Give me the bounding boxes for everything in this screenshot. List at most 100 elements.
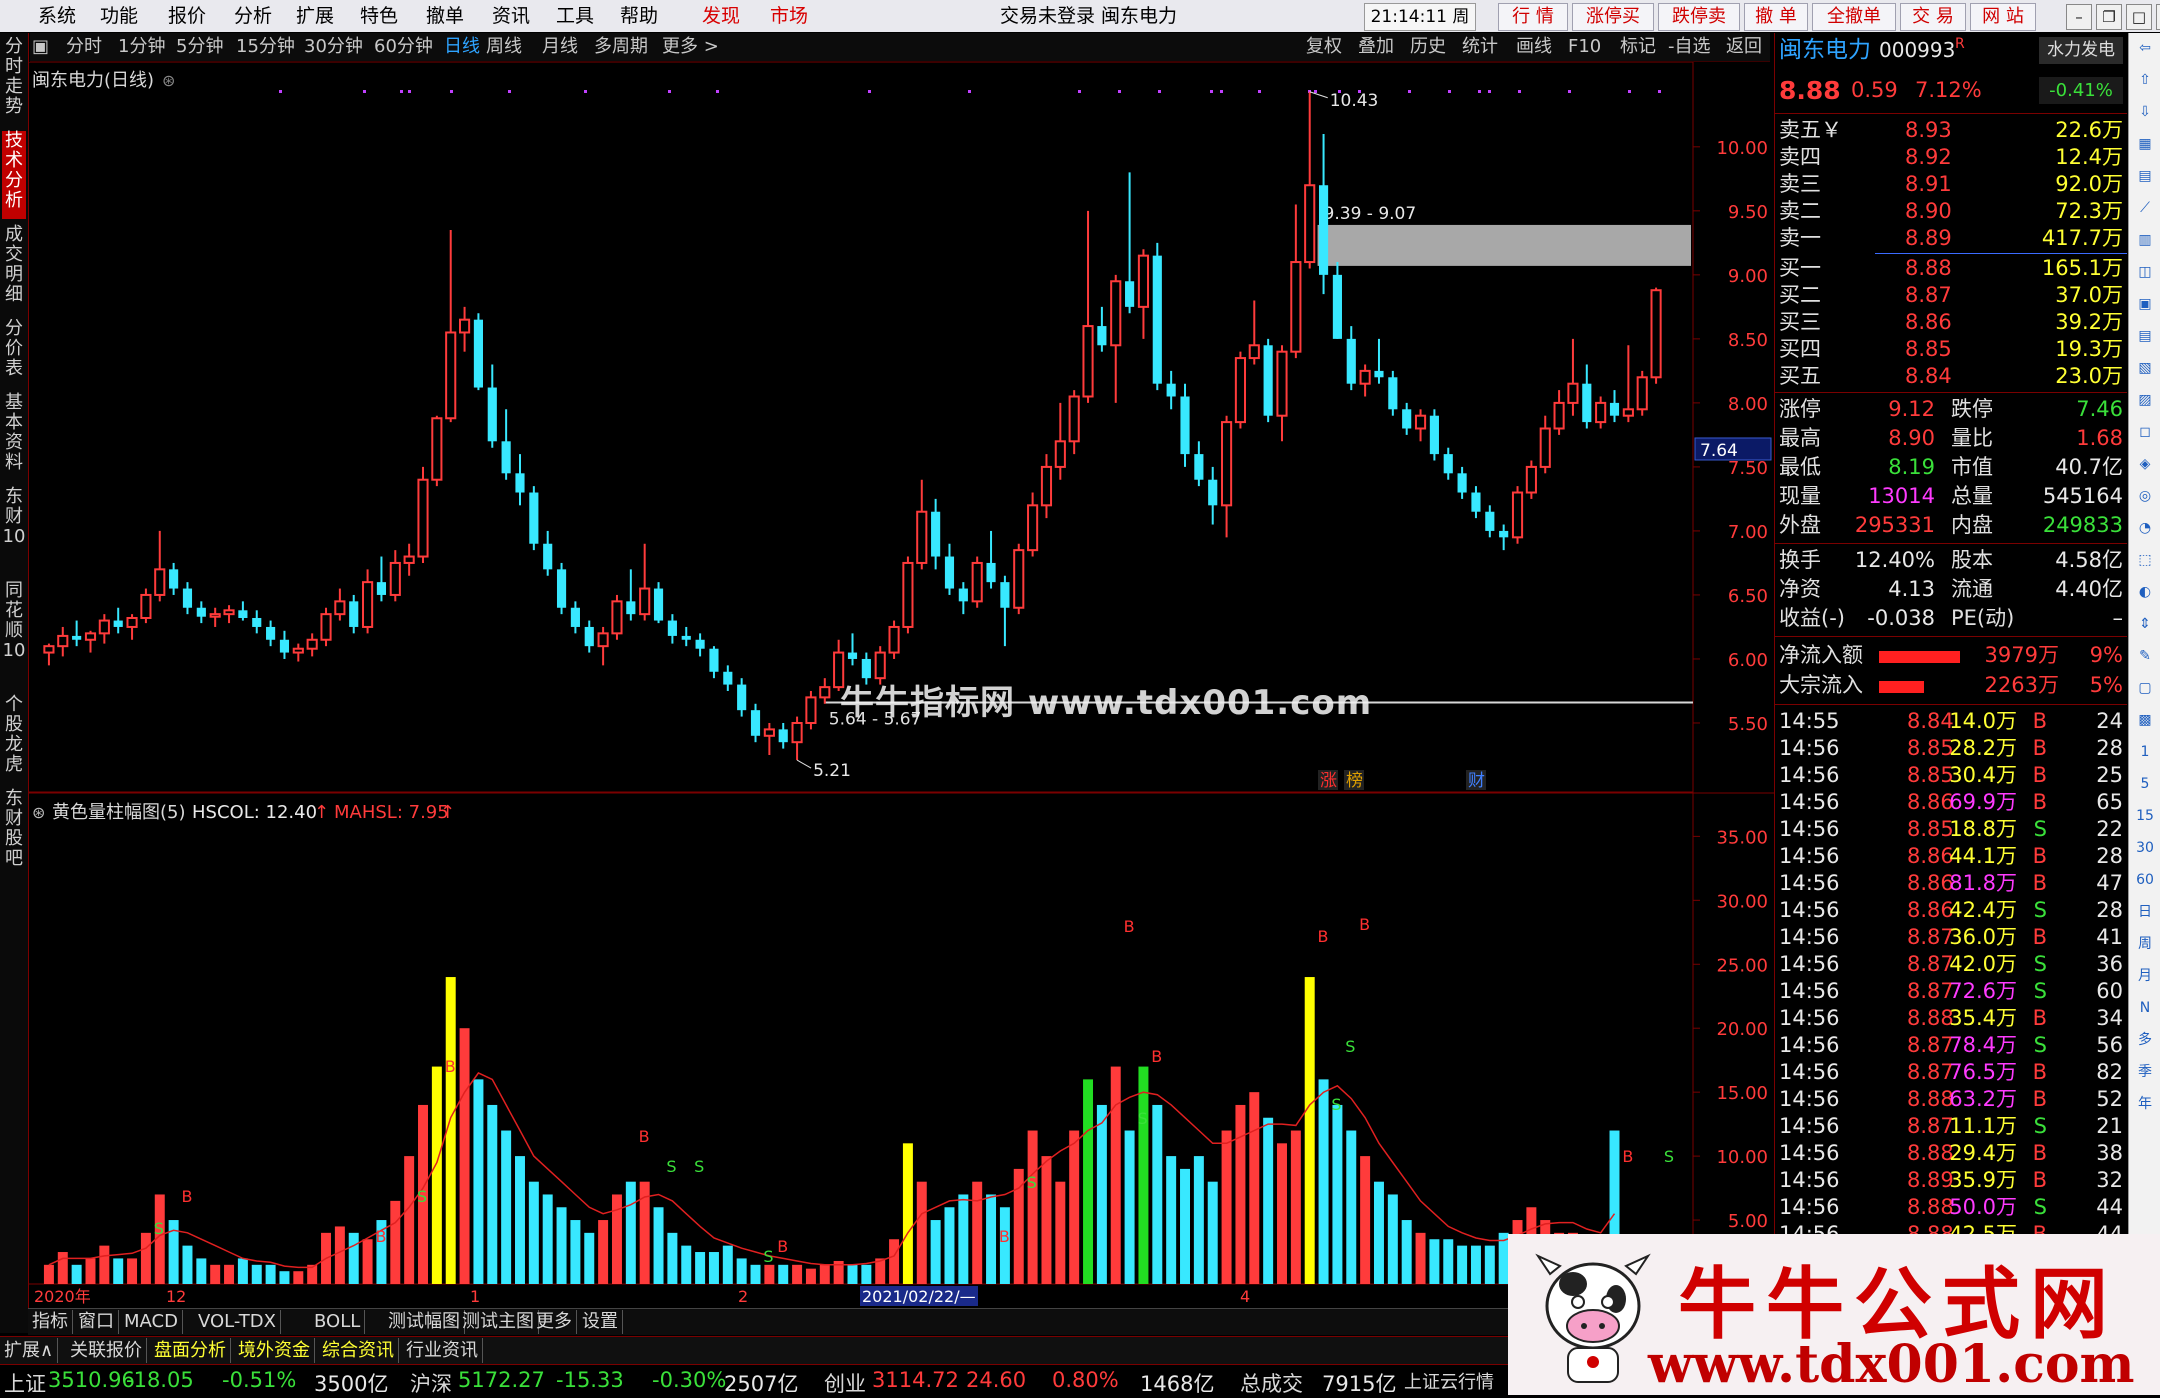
window-icon[interactable]: ◫ (2133, 261, 2157, 283)
info-tab[interactable]: 盘面分析 (150, 1338, 231, 1363)
period-tab[interactable]: 更多 > (662, 35, 719, 59)
move-icon[interactable]: ⇕ (2133, 613, 2157, 635)
indicator-tab[interactable]: MACD (120, 1310, 183, 1334)
toolbar-button[interactable]: 全撤单 (1812, 3, 1896, 31)
period-tab[interactable]: 日线 (444, 35, 480, 59)
menu-item[interactable]: 功能 (100, 3, 138, 29)
indicator-tab[interactable]: 测试主图 (458, 1310, 539, 1334)
up-icon[interactable]: ⇧ (2133, 69, 2157, 91)
indicator-tab[interactable]: 窗口 (74, 1310, 119, 1334)
left-tab[interactable]: 分时走势 (2, 37, 26, 125)
chart-tool-button[interactable]: 统计 (1462, 35, 1498, 59)
menu-item[interactable]: 撤单 (426, 3, 464, 29)
ask-price[interactable]: 8.93 (1905, 117, 1952, 144)
period-tab[interactable]: 60分钟 (374, 35, 433, 59)
period-tab[interactable]: 5分钟 (176, 35, 223, 59)
bar-icon[interactable]: ▥ (2133, 229, 2157, 251)
indicator-tab[interactable]: 测试幅图 (384, 1310, 465, 1334)
menu-item[interactable]: 资讯 (492, 3, 530, 29)
indicator-tab[interactable]: VOL-TDX (194, 1310, 281, 1334)
box-icon[interactable]: ▣ (2133, 293, 2157, 315)
period-week-icon[interactable]: 周 (2133, 933, 2157, 955)
left-tab[interactable]: 基本资料 (2, 393, 26, 481)
menu-item[interactable]: 帮助 (620, 3, 658, 29)
ask-price[interactable]: 8.90 (1905, 198, 1952, 225)
sub-chart-menu-icon[interactable]: ⊛ (32, 803, 45, 822)
chart-tool-button[interactable]: 标记 (1620, 35, 1656, 59)
ask-price[interactable]: 8.89 (1905, 225, 1952, 252)
event-marker[interactable]: 涨 (1320, 771, 1337, 791)
left-tab[interactable]: 东财10 (2, 487, 26, 575)
period-30-icon[interactable]: 30 (2133, 837, 2157, 859)
indicator-tab[interactable]: 指标 (28, 1310, 73, 1334)
index-name[interactable]: 沪深 (410, 1368, 452, 1398)
bid-price[interactable]: 8.87 (1905, 282, 1952, 309)
pie-icon[interactable]: ◔ (2133, 517, 2157, 539)
period-day-icon[interactable]: 日 (2133, 901, 2157, 923)
period-year-icon[interactable]: 年 (2133, 1093, 2157, 1115)
period-tab[interactable]: 15分钟 (236, 35, 295, 59)
period-1-icon[interactable]: 1 (2133, 741, 2157, 763)
info-tab[interactable]: 综合资讯 (318, 1338, 399, 1363)
toolbar-button[interactable]: 撤 单 (1744, 3, 1808, 31)
period-15-icon[interactable]: 15 (2133, 805, 2157, 827)
list-icon[interactable]: ▤ (2133, 165, 2157, 187)
panel2-icon[interactable]: ▨ (2133, 389, 2157, 411)
info-tab[interactable]: 境外资金 (234, 1338, 315, 1363)
menu-item[interactable]: 扩展 (296, 3, 334, 29)
left-tab[interactable]: 成交明细 (2, 225, 26, 313)
period-5-icon[interactable]: 5 (2133, 773, 2157, 795)
chart-tool-button[interactable]: 复权 (1306, 35, 1342, 59)
period-n-icon[interactable]: N (2133, 997, 2157, 1019)
toolbar-button[interactable]: 网 站 (1970, 3, 2036, 31)
sector-button[interactable]: 水力发电 (2039, 37, 2123, 64)
chart-tool-button[interactable]: 画线 (1516, 35, 1552, 59)
toolbar-button[interactable]: 行 情 (1498, 3, 1568, 31)
fill-icon[interactable]: ▩ (2133, 709, 2157, 731)
period-tab[interactable]: 多周期 (594, 35, 648, 59)
menu-item[interactable]: 分析 (234, 3, 272, 29)
menu-item[interactable]: 报价 (168, 3, 206, 29)
chart-tool-button[interactable]: -自选 (1668, 35, 1711, 59)
grid-icon[interactable]: ▦ (2133, 133, 2157, 155)
trend-icon[interactable]: ⟋ (2133, 197, 2157, 219)
menu-item[interactable]: 发现 (702, 3, 740, 29)
close-icon[interactable]: ✕ (2156, 4, 2160, 30)
indicator-tab[interactable]: BOLL (310, 1310, 366, 1334)
period-tab[interactable]: 30分钟 (304, 35, 363, 59)
pen-icon[interactable]: ✎ (2133, 645, 2157, 667)
blank-icon[interactable]: ▢ (2133, 677, 2157, 699)
square-icon[interactable]: ◻ (2133, 421, 2157, 443)
info-tab[interactable]: 扩展∧ (0, 1338, 59, 1363)
indicator-tab[interactable]: 设置 (578, 1310, 623, 1334)
event-marker[interactable]: 财 (1468, 771, 1485, 791)
period-60-icon[interactable]: 60 (2133, 869, 2157, 891)
panel-icon[interactable]: ▧ (2133, 357, 2157, 379)
diamond-icon[interactable]: ◈ (2133, 453, 2157, 475)
chart-menu-icon[interactable]: ⊛ (162, 71, 175, 90)
indicator-tab[interactable]: 更多 (532, 1310, 577, 1334)
bid-price[interactable]: 8.85 (1905, 336, 1952, 363)
chart-tool-button[interactable]: 叠加 (1358, 35, 1394, 59)
menu-item[interactable]: 特色 (360, 3, 398, 29)
period-month-icon[interactable]: 月 (2133, 965, 2157, 987)
maximize-icon[interactable]: □ (2126, 4, 2152, 30)
event-marker[interactable]: 榜 (1346, 771, 1363, 791)
bid-price[interactable]: 8.88 (1905, 255, 1952, 282)
bid-price[interactable]: 8.84 (1905, 363, 1952, 390)
menu-item[interactable]: 工具 (556, 3, 594, 29)
target-icon[interactable]: ◎ (2133, 485, 2157, 507)
left-tab[interactable]: 技术分析 (2, 131, 26, 219)
toolbar-button[interactable]: 跌停卖 (1658, 3, 1740, 31)
back-icon[interactable]: ⇦ (2133, 37, 2157, 59)
cloud-quote-link[interactable]: 上证云行情 (1404, 1368, 1494, 1394)
left-tab[interactable]: 东财股吧 (2, 789, 26, 877)
bid-price[interactable]: 8.86 (1905, 309, 1952, 336)
ask-price[interactable]: 8.92 (1905, 144, 1952, 171)
info-tab[interactable]: 关联报价 (66, 1338, 147, 1363)
minimize-icon[interactable]: – (2066, 4, 2092, 30)
chart-tool-button[interactable]: 返回 (1726, 35, 1762, 59)
table-icon[interactable]: ▤ (2133, 325, 2157, 347)
ask-price[interactable]: 8.91 (1905, 171, 1952, 198)
menu-item[interactable]: 系统 (38, 3, 76, 29)
